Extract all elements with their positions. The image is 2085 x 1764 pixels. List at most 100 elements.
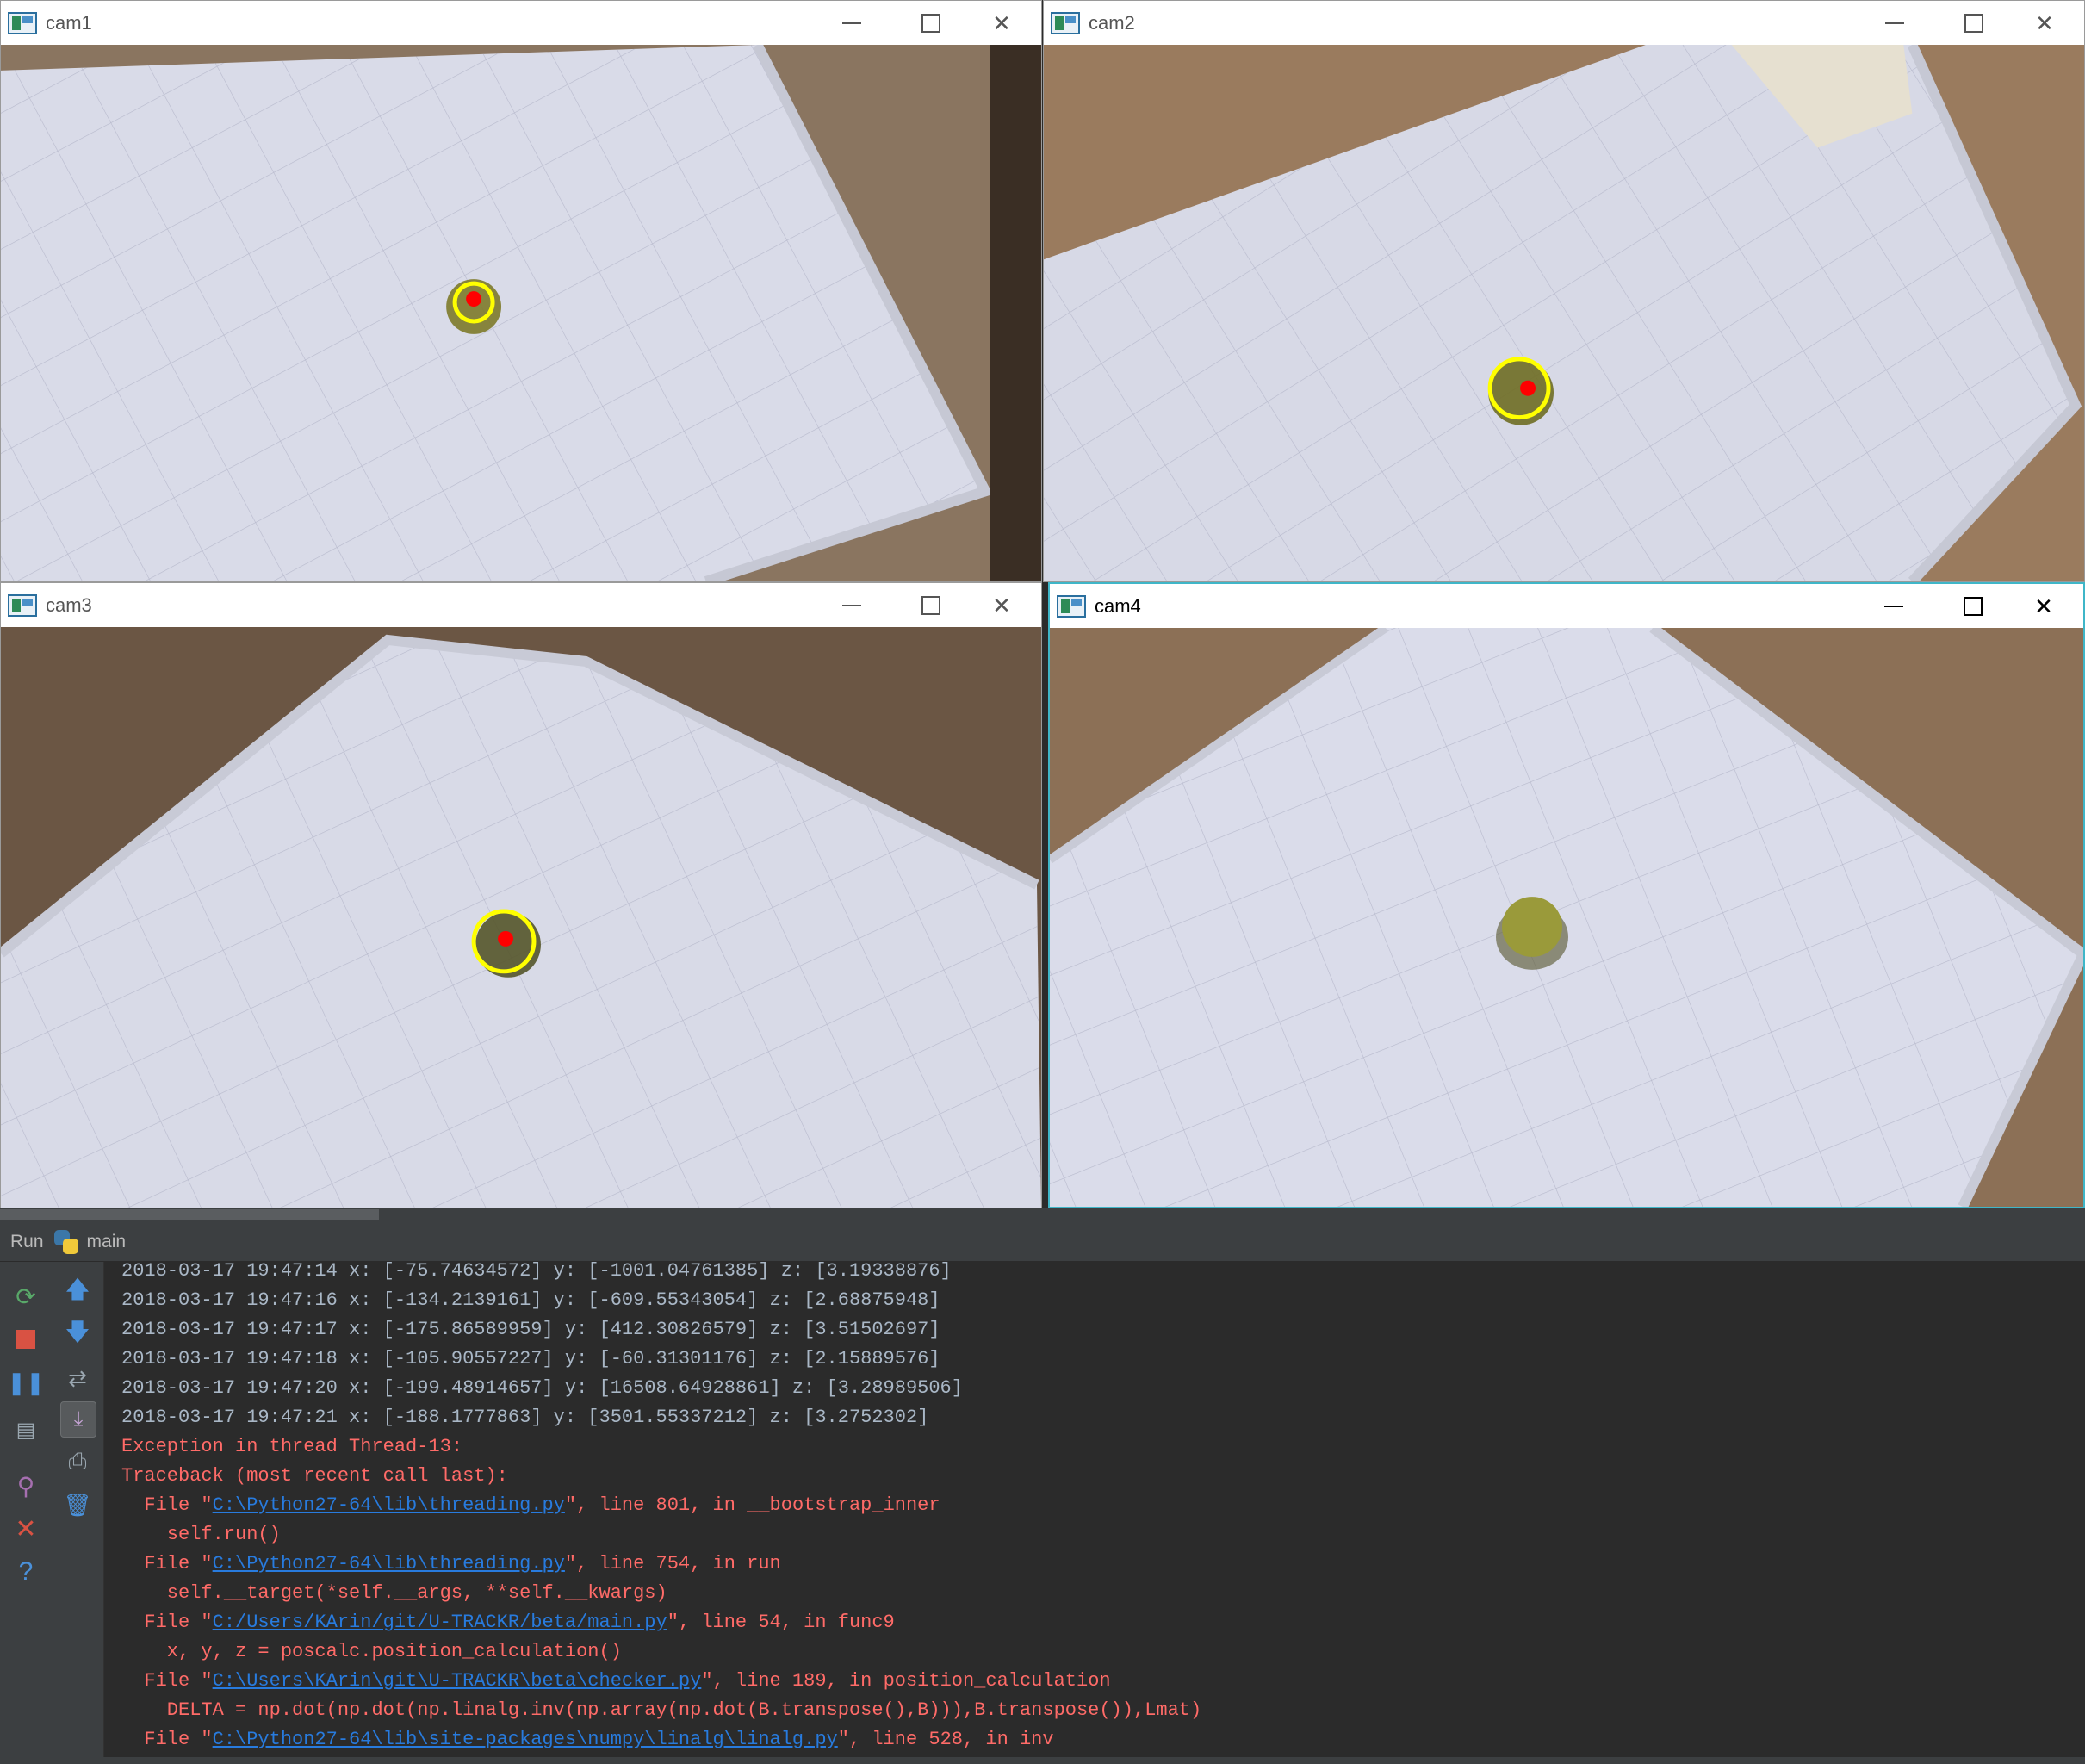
minimize-button[interactable] — [1875, 589, 1913, 624]
maximize-icon — [921, 596, 940, 615]
console-error-line: File "C:\Python27-64\lib\threading.py", … — [121, 1550, 781, 1579]
maximize-icon — [921, 14, 940, 33]
console-error-line: Exception in thread Thread-13: — [121, 1432, 462, 1462]
titlebar[interactable]: cam2 ✕ — [1044, 1, 2084, 45]
minimize-icon — [1885, 22, 1904, 24]
horizontal-scrollbar[interactable] — [0, 1208, 2085, 1223]
console-text: 2018-03-17 19:47:21 x: [-188.1777863] y:… — [121, 1407, 929, 1428]
file-link[interactable]: C:\Users\KArin\git\U-TRACKR\beta\checker… — [213, 1670, 702, 1692]
console-text: File " — [121, 1670, 213, 1692]
app-icon — [8, 11, 37, 34]
print-icon[interactable]: ⎙ — [60, 1444, 95, 1479]
status-bar — [0, 1757, 2085, 1764]
console-output[interactable]: 2018-03-17 19:47:14 x: [-75.74634572] y:… — [104, 1262, 2085, 1757]
console-error-line: File "C:/Users/KArin/git/U-TRACKR/beta/m… — [121, 1608, 895, 1637]
rerun-icon[interactable]: ⟳ — [9, 1279, 43, 1314]
console-text: 2018-03-17 19:47:18 x: [-105.90557227] y… — [121, 1348, 940, 1370]
file-link[interactable]: C:/Users/KArin/git/U-TRACKR/beta/main.py — [213, 1612, 667, 1633]
minimize-button[interactable] — [1876, 6, 1914, 40]
window-title: cam3 — [46, 593, 92, 616]
file-link[interactable]: C:\Python27-64\lib\site-packages\numpy\l… — [213, 1729, 838, 1750]
app-icon — [1051, 11, 1080, 34]
maximize-icon — [1964, 14, 1983, 33]
minimize-button[interactable] — [833, 588, 871, 623]
scroll-to-end-icon[interactable]: ⤓ — [60, 1401, 96, 1438]
console-text: x, y, z = poscalc.position_calculation() — [121, 1641, 622, 1662]
console-text: ", line 801, in __bootstrap_inner — [564, 1494, 940, 1516]
console-error-line: File "C:\Python27-64\lib\site-packages\n… — [121, 1725, 1054, 1755]
titlebar[interactable]: cam3 ✕ — [1, 583, 1041, 627]
run-panel-header: Run main — [0, 1223, 2085, 1262]
maximize-button[interactable] — [912, 6, 950, 40]
close-icon: ✕ — [992, 592, 1011, 618]
close-icon: ✕ — [2035, 9, 2054, 36]
window-cam2[interactable]: cam2 ✕ — [1043, 0, 2085, 582]
scrollbar-thumb[interactable] — [0, 1209, 379, 1220]
console-text: ", line 54, in func9 — [667, 1612, 895, 1633]
minimize-button[interactable] — [833, 6, 871, 40]
pause-icon[interactable]: ❚❚ — [7, 1365, 45, 1400]
maximize-button[interactable] — [1954, 589, 1992, 624]
minimize-icon — [842, 22, 861, 24]
console-output-line: 2018-03-17 19:47:18 x: [-105.90557227] y… — [121, 1345, 940, 1374]
console-text: Traceback (most recent call last): — [121, 1465, 508, 1487]
tracked-ball — [1502, 897, 1562, 957]
run-config-name[interactable]: main — [87, 1232, 127, 1252]
console-output-line: 2018-03-17 19:47:20 x: [-199.48914657] y… — [121, 1374, 963, 1403]
python-icon — [53, 1230, 78, 1254]
app-icon — [8, 593, 37, 617]
window-title: cam4 — [1095, 594, 1141, 617]
down-arrow-icon[interactable]: 🡇 — [60, 1318, 95, 1352]
console-text: Exception in thread Thread-13: — [121, 1436, 463, 1457]
console-text: 2018-03-17 19:47:20 x: [-199.48914657] y… — [121, 1377, 963, 1399]
detection-center — [466, 291, 482, 307]
console-text: ", line 528, in inv — [837, 1729, 1054, 1750]
file-link[interactable]: C:\Python27-64\lib\threading.py — [213, 1553, 565, 1575]
close-icon[interactable]: ✕ — [9, 1512, 43, 1546]
close-icon: ✕ — [2034, 593, 2053, 619]
console-error-line: self.__target(*self.__args, **self.__kwa… — [121, 1579, 667, 1608]
close-button[interactable]: ✕ — [2026, 6, 2063, 40]
close-button[interactable]: ✕ — [2025, 589, 2063, 624]
console-error-line: DELTA = np.dot(np.dot(np.linalg.inv(np.a… — [121, 1696, 1201, 1725]
detection-center — [1520, 380, 1536, 396]
close-button[interactable]: ✕ — [983, 588, 1021, 623]
soft-wrap-icon[interactable]: ⇄ — [60, 1361, 95, 1395]
console-text: File " — [121, 1553, 213, 1575]
console-error-line: File "C:\Python27-64\lib\threading.py", … — [121, 1491, 940, 1520]
minimize-icon — [842, 605, 861, 606]
titlebar[interactable]: cam4 ✕ — [1050, 584, 2083, 628]
camera-feed — [1044, 45, 2084, 581]
console-text: self.run() — [121, 1524, 281, 1545]
up-arrow-icon[interactable]: 🡅 — [60, 1275, 95, 1309]
dump-threads-icon[interactable]: ▤ — [9, 1413, 43, 1447]
console-text: DELTA = np.dot(np.dot(np.linalg.inv(np.a… — [121, 1699, 1202, 1721]
run-tab-label[interactable]: Run — [10, 1232, 44, 1252]
console-text: File " — [121, 1612, 213, 1633]
console-error-line: File "C:\Users\KArin\git\U-TRACKR\beta\c… — [121, 1667, 1111, 1696]
maximize-button[interactable] — [912, 588, 950, 623]
console-error-line: x, y, z = poscalc.position_calculation() — [121, 1637, 622, 1667]
titlebar[interactable]: cam1 ✕ — [1, 1, 1041, 45]
trash-icon[interactable]: 🗑 — [60, 1488, 95, 1522]
close-button[interactable]: ✕ — [983, 6, 1021, 40]
stop-icon[interactable] — [9, 1322, 43, 1357]
console-text: ", line 754, in run — [564, 1553, 781, 1575]
maximize-button[interactable] — [1955, 6, 1993, 40]
close-icon: ✕ — [992, 9, 1011, 36]
console-text: ", line 189, in position_calculation — [701, 1670, 1111, 1692]
help-icon[interactable]: ? — [9, 1555, 43, 1589]
detection-center — [498, 930, 514, 947]
window-title: cam1 — [46, 11, 92, 34]
console-text: File " — [121, 1729, 213, 1750]
file-link[interactable]: C:\Python27-64\lib\threading.py — [213, 1494, 565, 1516]
window-cam3[interactable]: cam3 ✕ — [0, 582, 1042, 1208]
window-cam1[interactable]: cam1 ✕ — [0, 0, 1042, 582]
window-cam4[interactable]: cam4 ✕ — [1048, 582, 2085, 1208]
console-text: 2018-03-17 19:47:17 x: [-175.86589959] y… — [121, 1319, 940, 1340]
console-output-line: 2018-03-17 19:47:17 x: [-175.86589959] y… — [121, 1315, 940, 1345]
console-output-line: 2018-03-17 19:47:14 x: [-75.74634572] y:… — [121, 1262, 952, 1286]
console-text: 2018-03-17 19:47:14 x: [-75.74634572] y:… — [121, 1262, 952, 1282]
console-output-line: 2018-03-17 19:47:21 x: [-188.1777863] y:… — [121, 1403, 928, 1432]
pin-icon[interactable]: ⚲ — [9, 1469, 43, 1503]
